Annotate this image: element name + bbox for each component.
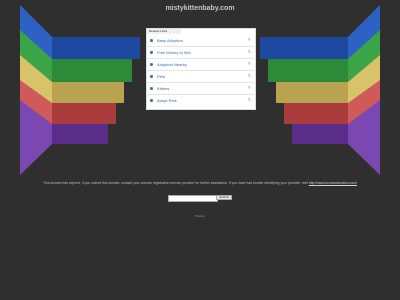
- chevron-right-icon: ›: [248, 61, 250, 67]
- related-link-item[interactable]: Baby Adoption ›: [146, 35, 254, 47]
- bullet-icon: [150, 51, 153, 54]
- related-link-label[interactable]: Pets: [157, 73, 165, 80]
- related-link-label[interactable]: Kittens: [157, 85, 169, 92]
- bullet-icon: [150, 75, 153, 78]
- related-link-item[interactable]: Adoption Nearby ›: [146, 59, 254, 71]
- related-link-item[interactable]: Kittens ›: [146, 83, 254, 95]
- bullet-icon: [150, 99, 153, 102]
- chevron-right-icon: ›: [248, 73, 250, 79]
- expiry-notice: This domain has expired. If you owned th…: [20, 181, 380, 186]
- related-link-item[interactable]: Adopt Pets ›: [146, 95, 254, 107]
- related-link-label[interactable]: Free Money to Win: [157, 49, 191, 56]
- bullet-icon: [150, 63, 153, 66]
- chevron-right-icon: ›: [248, 49, 250, 55]
- search-button[interactable]: Search: [216, 195, 232, 200]
- chevron-right-icon: ›: [248, 37, 250, 43]
- related-link-item[interactable]: Pets ›: [146, 71, 254, 83]
- bullet-icon: [150, 39, 153, 42]
- related-link-item[interactable]: Free Money to Win ›: [146, 47, 254, 59]
- provider-link[interactable]: http://www.tucowsdomains.com/: [309, 181, 357, 185]
- bullet-icon: [150, 87, 153, 90]
- related-links-header: Related Links: [147, 29, 181, 34]
- privacy-link[interactable]: Privacy: [0, 214, 400, 218]
- related-link-label[interactable]: Baby Adoption: [157, 37, 183, 44]
- chevron-right-icon: ›: [248, 97, 250, 103]
- related-link-label[interactable]: Adopt Pets: [157, 97, 177, 104]
- search-input[interactable]: [168, 195, 218, 202]
- related-link-label[interactable]: Adoption Nearby: [157, 61, 187, 68]
- expiry-notice-text: This domain has expired. If you owned th…: [43, 181, 308, 185]
- chevron-right-icon: ›: [248, 85, 250, 91]
